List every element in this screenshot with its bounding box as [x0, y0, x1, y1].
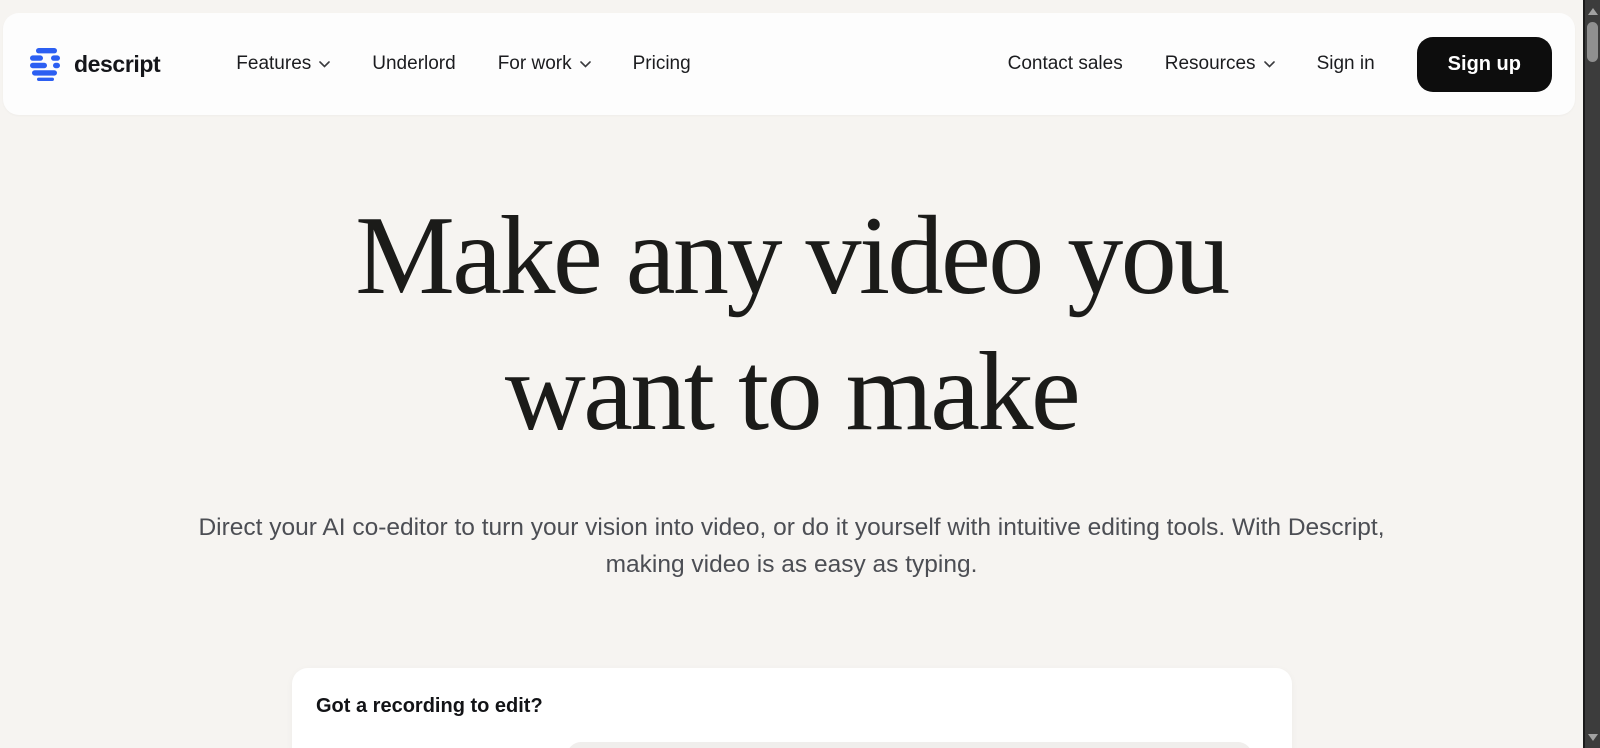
nav-item-label: Resources: [1164, 53, 1256, 74]
scrollbar-thumb[interactable]: [1587, 22, 1598, 62]
nav-item-label: Features: [236, 53, 312, 74]
nav-item-pricing[interactable]: Pricing: [633, 53, 691, 75]
page-viewport: descript Features Underlord For work Pri…: [0, 0, 1583, 748]
nav-item-underlord[interactable]: Underlord: [372, 53, 455, 75]
navbar: descript Features Underlord For work Pri…: [3, 13, 1575, 115]
scrollbar[interactable]: [1583, 0, 1600, 748]
chevron-down-icon: [319, 60, 331, 68]
nav-left-menu: Features Underlord For work Pricing: [236, 53, 690, 75]
nav-item-sign-in[interactable]: Sign in: [1317, 53, 1375, 75]
sign-up-button[interactable]: Sign up: [1416, 36, 1552, 92]
nav-item-label: Pricing: [632, 53, 691, 74]
brand-logo[interactable]: descript: [29, 47, 161, 81]
hero-title: Make any video you want to make: [0, 188, 1583, 460]
nav-item-resources[interactable]: Resources: [1165, 53, 1275, 75]
scroll-down-button[interactable]: [1585, 729, 1600, 745]
nav-item-label: Sign in: [1316, 53, 1375, 74]
nav-item-for-work[interactable]: For work: [498, 53, 591, 75]
nav-item-label: Underlord: [372, 53, 456, 74]
scroll-up-arrow-icon: [1587, 7, 1598, 15]
hero-title-line2: want to make: [504, 330, 1081, 454]
recording-upload-input[interactable]: [567, 742, 1252, 748]
descript-logo-icon: [30, 48, 60, 81]
nav-item-contact-sales[interactable]: Contact sales: [1008, 53, 1123, 75]
brand-name: descript: [74, 50, 161, 77]
nav-right-menu: Contact sales Resources Sign in Sign up: [1008, 36, 1552, 92]
project-starter-card: Got a recording to edit?: [292, 668, 1292, 748]
nav-item-label: For work: [497, 53, 572, 74]
chevron-down-icon: [579, 60, 591, 68]
scroll-up-button[interactable]: [1585, 3, 1600, 19]
hero-subtitle: Direct your AI co-editor to turn your vi…: [198, 514, 1385, 578]
card-heading: Got a recording to edit?: [316, 695, 543, 717]
scroll-down-arrow-icon: [1587, 733, 1598, 741]
nav-item-features[interactable]: Features: [236, 53, 331, 75]
nav-item-label: Contact sales: [1007, 53, 1123, 74]
chevron-down-icon: [1263, 60, 1275, 68]
hero-title-line1: Make any video you: [355, 194, 1230, 318]
